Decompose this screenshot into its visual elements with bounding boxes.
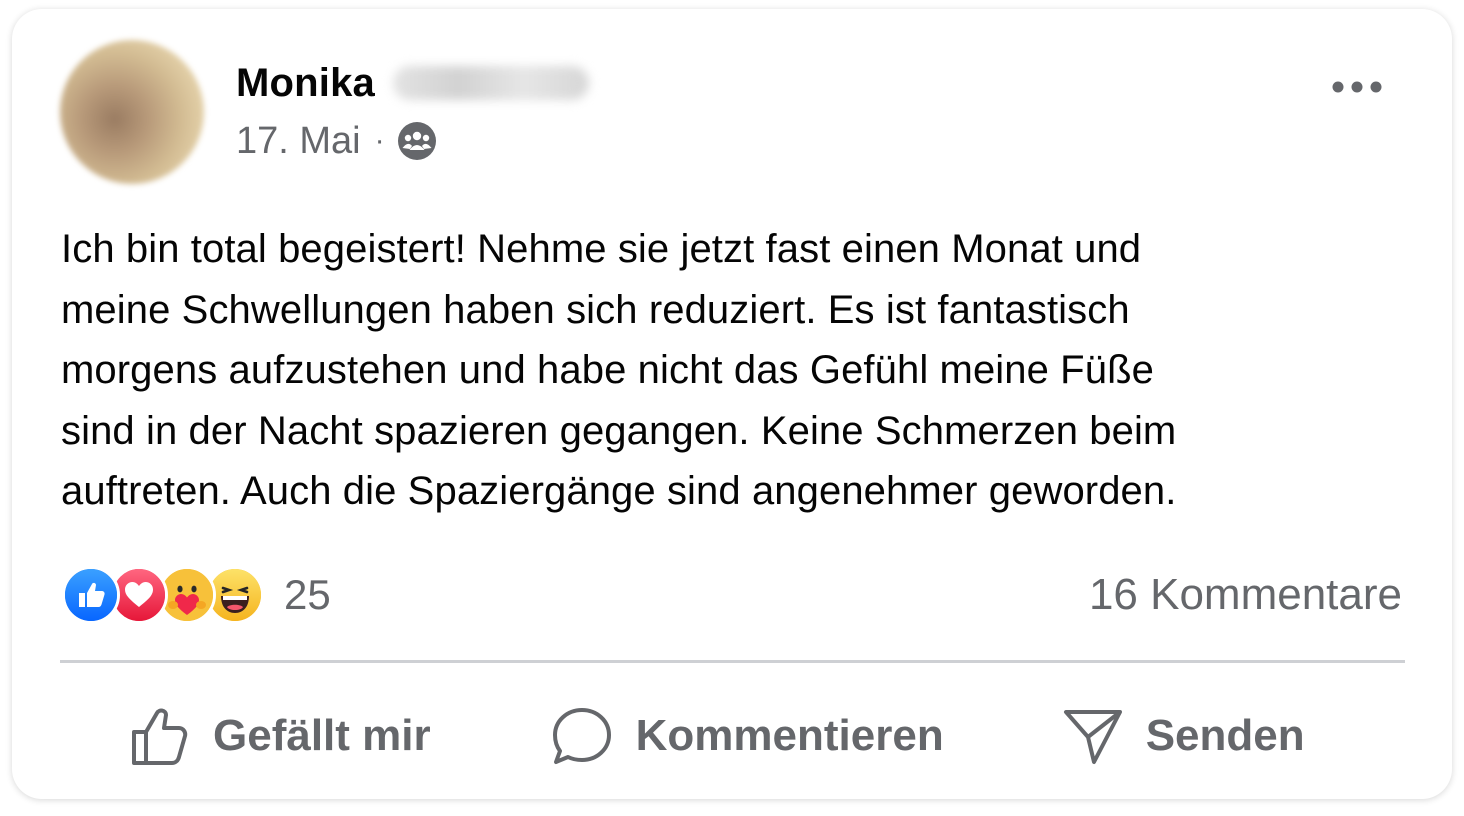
post-card: Monika 17. Mai · Ich bin total begeister… xyxy=(12,9,1452,799)
post-meta: 17. Mai · xyxy=(236,119,437,163)
thumbs-up-icon xyxy=(132,708,188,765)
reactions-summary: 25 16 Kommentare xyxy=(62,565,1402,625)
send-icon xyxy=(1063,710,1122,764)
friends-icon[interactable] xyxy=(397,121,437,161)
like-button[interactable]: Gefällt mir xyxy=(129,691,431,781)
author-lastname-redacted xyxy=(393,66,589,100)
more-options-button[interactable] xyxy=(1322,69,1392,105)
divider xyxy=(60,660,1405,663)
like-label: Gefällt mir xyxy=(213,711,431,760)
more-horizontal-icon xyxy=(1332,81,1382,93)
like-reaction-icon xyxy=(62,566,120,624)
comment-button[interactable]: Kommentieren xyxy=(550,691,944,781)
author-name[interactable]: Monika xyxy=(236,61,375,106)
comment-label: Kommentieren xyxy=(635,711,944,760)
post-date[interactable]: 17. Mai xyxy=(236,120,361,163)
meta-separator: · xyxy=(374,124,385,157)
author-row: Monika xyxy=(236,59,589,107)
action-bar: Gefällt mir Kommentieren Senden xyxy=(60,691,1405,781)
avatar[interactable] xyxy=(60,40,204,184)
comment-count[interactable]: 16 Kommentare xyxy=(1089,570,1402,620)
send-button[interactable]: Senden xyxy=(1062,691,1305,781)
reaction-icons[interactable] xyxy=(62,565,264,625)
send-label: Senden xyxy=(1145,711,1305,760)
comment-bubble-icon xyxy=(552,708,611,764)
reaction-count[interactable]: 25 xyxy=(284,571,331,619)
post-text: Ich bin total begeistert! Nehme sie jetz… xyxy=(61,227,1177,513)
